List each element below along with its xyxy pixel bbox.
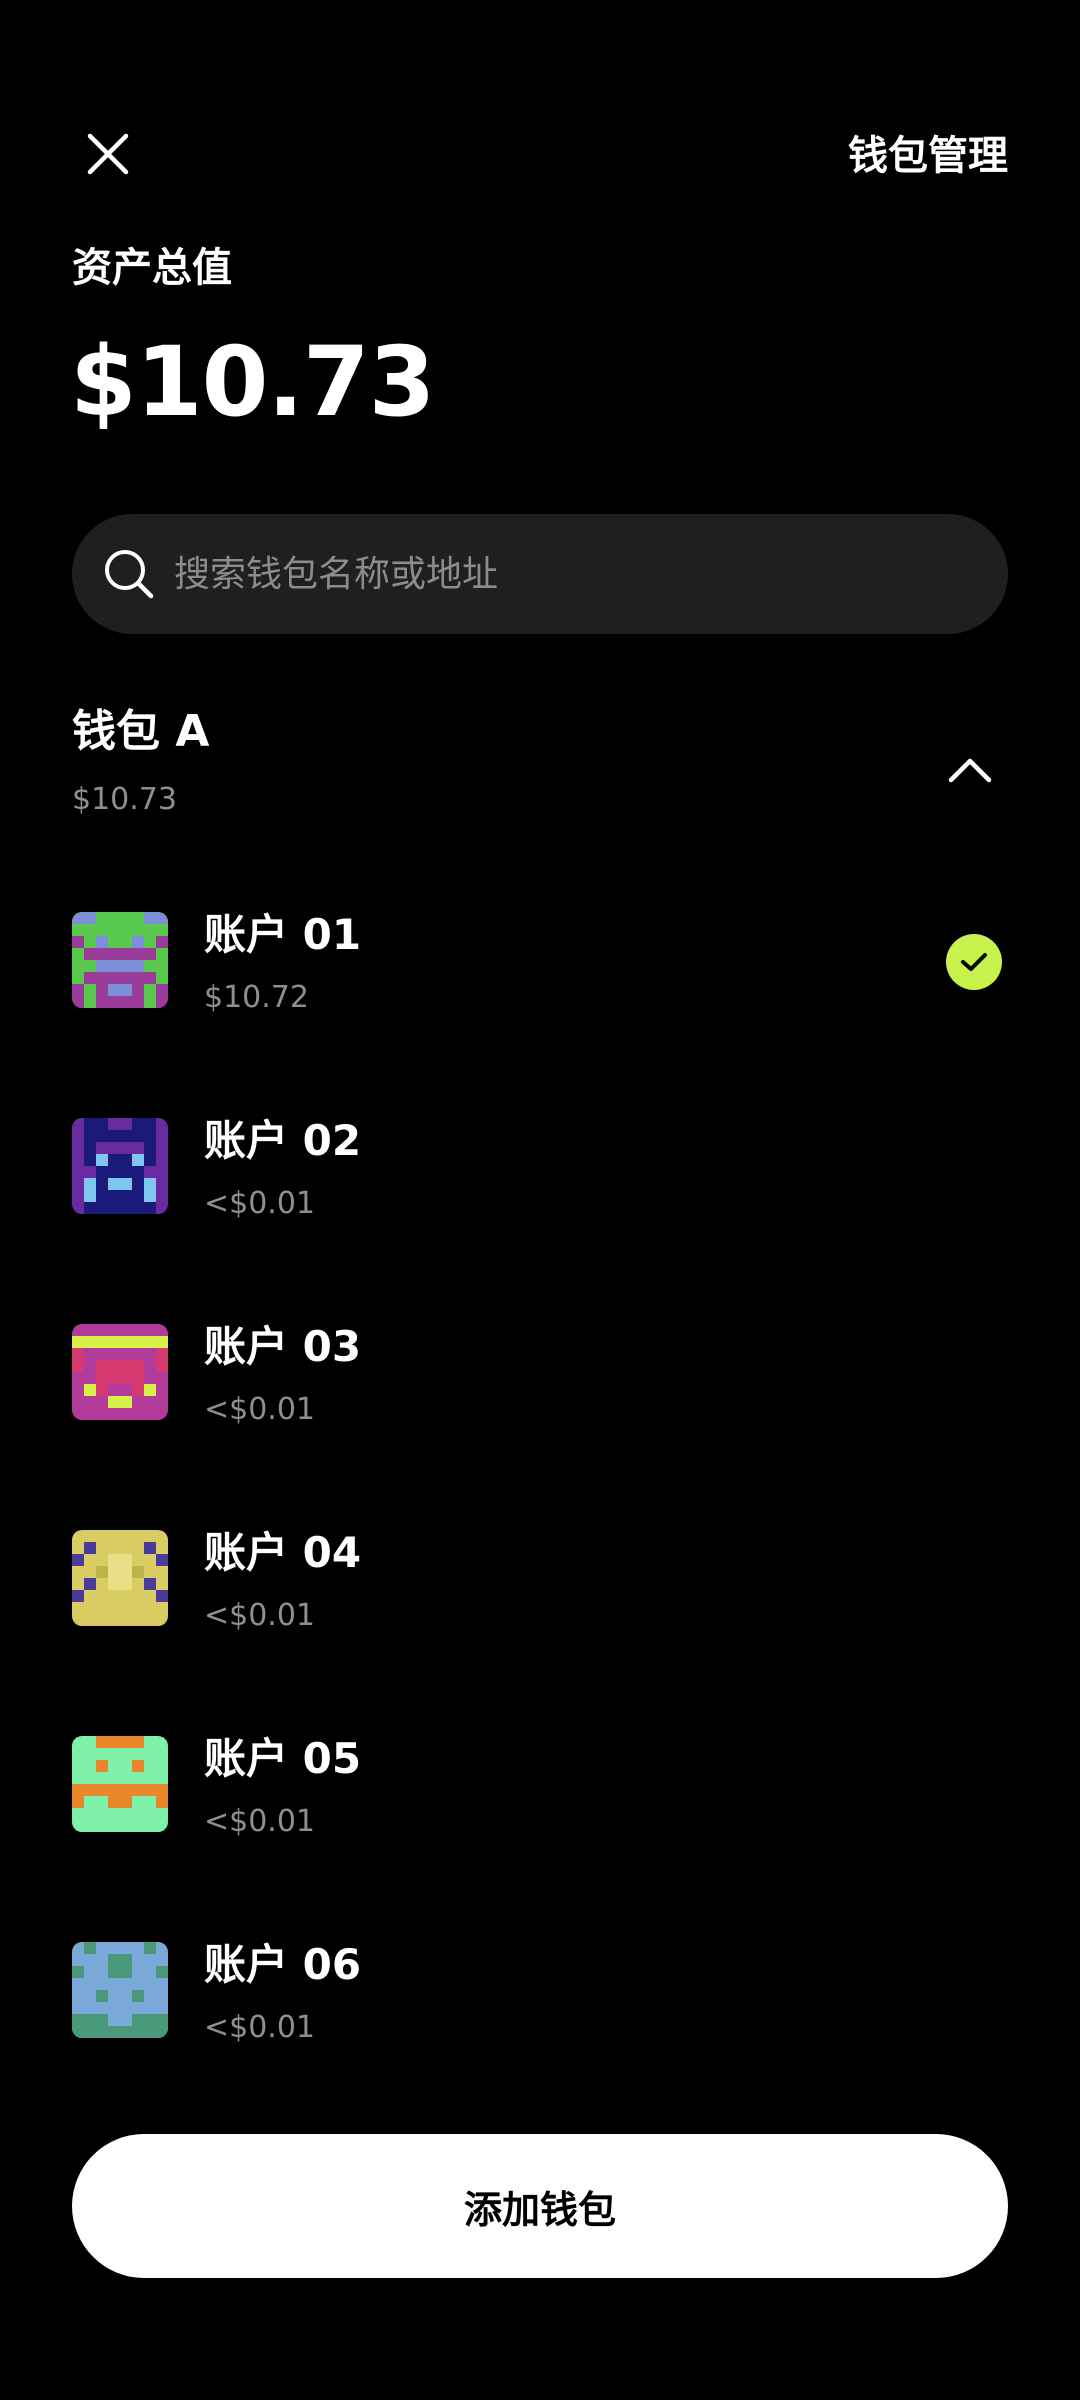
wallet-value: $10.73 bbox=[72, 782, 177, 817]
account-item[interactable]: 账户 05 <$0.01 bbox=[72, 1734, 1008, 1942]
search-input[interactable] bbox=[174, 553, 934, 595]
wallet-name: 钱包 A bbox=[72, 706, 210, 757]
selected-check-icon bbox=[946, 934, 1002, 990]
wallet-group-header[interactable]: 钱包 A $10.73 bbox=[72, 700, 1008, 840]
account-balance: <$0.01 bbox=[204, 1186, 316, 1221]
avatar bbox=[72, 1530, 168, 1626]
total-assets-value: $10.73 bbox=[70, 326, 435, 438]
account-item[interactable]: 账户 04 <$0.01 bbox=[72, 1528, 1008, 1736]
account-name: 账户 01 bbox=[204, 910, 362, 959]
avatar bbox=[72, 1942, 168, 2038]
avatar bbox=[72, 1118, 168, 1214]
wallet-switcher-screen: 钱包管理 资产总值 $10.73 钱包 A $10.73 bbox=[0, 0, 1080, 2400]
account-balance: $10.72 bbox=[204, 980, 309, 1015]
avatar bbox=[72, 1324, 168, 1420]
account-name: 账户 05 bbox=[204, 1734, 362, 1783]
account-name: 账户 02 bbox=[204, 1116, 362, 1165]
search-bar[interactable] bbox=[72, 514, 1008, 634]
account-item[interactable]: 账户 03 <$0.01 bbox=[72, 1322, 1008, 1530]
total-assets-label: 资产总值 bbox=[72, 245, 232, 291]
account-balance: <$0.01 bbox=[204, 2010, 316, 2045]
account-item[interactable]: 账户 06 <$0.01 bbox=[72, 1940, 1008, 2148]
account-item[interactable]: 账户 02 <$0.01 bbox=[72, 1116, 1008, 1324]
chevron-up-icon[interactable] bbox=[942, 742, 998, 798]
account-name: 账户 06 bbox=[204, 1940, 362, 1989]
account-list: 账户 01 $10.72 账户 02 <$0.01 账户 03 <$0.01 账… bbox=[72, 910, 1008, 2148]
close-button[interactable] bbox=[72, 118, 144, 190]
account-name: 账户 03 bbox=[204, 1322, 362, 1371]
account-balance: <$0.01 bbox=[204, 1804, 316, 1839]
wallet-management-link[interactable]: 钱包管理 bbox=[848, 130, 1008, 182]
add-wallet-button[interactable]: 添加钱包 bbox=[72, 2134, 1008, 2278]
close-icon bbox=[87, 133, 129, 175]
account-item[interactable]: 账户 01 $10.72 bbox=[72, 910, 1008, 1118]
account-name: 账户 04 bbox=[204, 1528, 362, 1577]
avatar bbox=[72, 1736, 168, 1832]
account-balance: <$0.01 bbox=[204, 1598, 316, 1633]
avatar bbox=[72, 912, 168, 1008]
account-balance: <$0.01 bbox=[204, 1392, 316, 1427]
search-icon bbox=[100, 545, 158, 603]
